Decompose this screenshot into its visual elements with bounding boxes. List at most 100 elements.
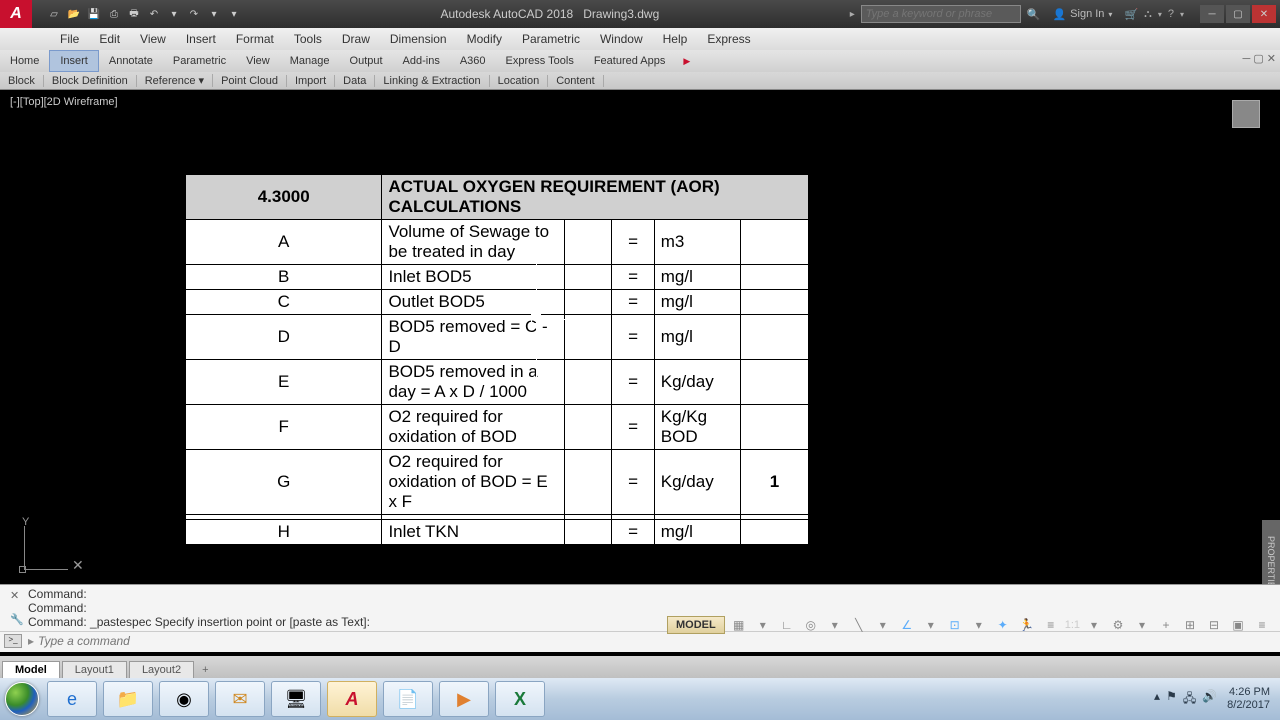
plus-icon[interactable]: + (1156, 616, 1176, 634)
add-layout-button[interactable]: + (194, 662, 216, 678)
open-icon[interactable]: 📂 (66, 6, 82, 22)
customize-icon[interactable]: ≡ (1252, 616, 1272, 634)
viewcube[interactable] (1232, 100, 1260, 128)
tray-volume-icon[interactable]: 🔊 (1202, 689, 1217, 710)
undo-icon[interactable]: ↶ (146, 6, 162, 22)
qat-more-icon[interactable]: ▾ (226, 6, 242, 22)
tray-flag-icon[interactable]: ⚑ (1166, 689, 1177, 710)
tray-network-icon[interactable]: 🖧 (1183, 689, 1196, 710)
ribbon-tab-express-tools[interactable]: Express Tools (496, 50, 584, 72)
ribbon-tab-add-ins[interactable]: Add-ins (393, 50, 450, 72)
running-icon[interactable]: 🏃 (1017, 616, 1037, 634)
dropdown-icon[interactable]: ▾ (921, 616, 941, 634)
redo-icon[interactable]: ↷ (186, 6, 202, 22)
task-explorer[interactable]: 📁 (103, 681, 153, 717)
sign-in-button[interactable]: 👤 Sign In ▾ (1046, 8, 1118, 21)
minimize-button[interactable]: ─ (1200, 5, 1224, 23)
panel-point-cloud[interactable]: Point Cloud (213, 75, 287, 87)
dropdown-icon[interactable]: ▾ (753, 616, 773, 634)
otrack-icon[interactable]: ⊡ (945, 616, 965, 634)
start-button[interactable] (0, 678, 44, 720)
ribbon-tab-manage[interactable]: Manage (280, 50, 340, 72)
panel-block-definition[interactable]: Block Definition (44, 75, 137, 87)
menu-dimension[interactable]: Dimension (380, 32, 457, 46)
status-model-button[interactable]: MODEL (667, 616, 725, 634)
task-autocad[interactable]: A (327, 681, 377, 717)
menu-view[interactable]: View (130, 32, 176, 46)
search-icon[interactable]: 🔍 (1027, 8, 1041, 21)
clean-screen-icon[interactable]: ▣ (1228, 616, 1248, 634)
search-input[interactable] (861, 5, 1021, 23)
viewport-label[interactable]: [-][Top][2D Wireframe] (10, 96, 118, 108)
ribbon-tab-home[interactable]: Home (0, 50, 49, 72)
ortho-icon[interactable]: ∟ (777, 616, 797, 634)
task-ie[interactable]: e (47, 681, 97, 717)
print-icon[interactable]: 🖶 (126, 6, 142, 22)
close-button[interactable]: ✕ (1252, 5, 1276, 23)
menu-parametric[interactable]: Parametric (512, 32, 590, 46)
dropdown-icon[interactable]: ▾ (206, 6, 222, 22)
hardware-icon[interactable]: ⊟ (1204, 616, 1224, 634)
panel-block[interactable]: Block (0, 75, 44, 87)
drawing-viewport[interactable]: [-][Top][2D Wireframe] Y ✕ 4.3000 ACTUAL… (0, 90, 1280, 584)
saveas-icon[interactable]: ⎙ (106, 6, 122, 22)
dropdown-icon[interactable]: ▾ (1084, 616, 1104, 634)
panel-location[interactable]: Location (490, 75, 549, 87)
dropdown-icon[interactable]: ▾ (1132, 616, 1152, 634)
ribbon-video-icon[interactable]: ▶ (683, 56, 690, 67)
menu-format[interactable]: Format (226, 32, 284, 46)
task-calc[interactable]: 🖥 (271, 681, 321, 717)
a360-icon[interactable]: ⛬ (1144, 8, 1152, 21)
dropdown-icon[interactable]: ▾ (969, 616, 989, 634)
exchange-icon[interactable]: 🛒 (1124, 8, 1138, 21)
cmd-prompt-icon[interactable]: >_ (4, 634, 22, 648)
menu-express[interactable]: Express (697, 32, 760, 46)
task-notepad[interactable]: 📄 (383, 681, 433, 717)
panel-linking-extraction[interactable]: Linking & Extraction (375, 75, 489, 87)
layout-tab-layout2[interactable]: Layout2 (129, 661, 194, 678)
grid-icon[interactable]: ▦ (729, 616, 749, 634)
scale-label[interactable]: 1:1 (1065, 616, 1080, 634)
panel-content[interactable]: Content (548, 75, 604, 87)
isolate-icon[interactable]: ⊞ (1180, 616, 1200, 634)
panel-data[interactable]: Data (335, 75, 375, 87)
task-chrome[interactable]: ◉ (159, 681, 209, 717)
new-icon[interactable]: ▱ (46, 6, 62, 22)
ribbon-tab-insert[interactable]: Insert (49, 50, 99, 72)
task-media[interactable]: ▶ (439, 681, 489, 717)
search-expand-icon[interactable]: ▸ (850, 9, 855, 20)
cmd-close-icon[interactable]: ✕ (10, 589, 19, 602)
dropdown-icon[interactable]: ▾ (825, 616, 845, 634)
dyn-icon[interactable]: ✦ (993, 616, 1013, 634)
menu-window[interactable]: Window (590, 32, 653, 46)
app-logo[interactable]: A (0, 0, 32, 28)
aor-table[interactable]: 4.3000 ACTUAL OXYGEN REQUIREMENT (AOR) C… (185, 174, 809, 545)
menu-file[interactable]: File (50, 32, 89, 46)
ribbon-tab-a360[interactable]: A360 (450, 50, 496, 72)
cmd-settings-icon[interactable]: 🔧 (10, 613, 24, 626)
menu-tools[interactable]: Tools (284, 32, 332, 46)
dropdown-icon[interactable]: ▾ (166, 6, 182, 22)
task-outlook[interactable]: ✉ (215, 681, 265, 717)
maximize-button[interactable]: ▢ (1226, 5, 1250, 23)
isodraft-icon[interactable]: ╲ (849, 616, 869, 634)
menu-insert[interactable]: Insert (176, 32, 226, 46)
osnap-icon[interactable]: ∠ (897, 616, 917, 634)
tray-up-icon[interactable]: ▴ (1154, 689, 1160, 710)
polar-icon[interactable]: ◎ (801, 616, 821, 634)
menu-edit[interactable]: Edit (89, 32, 130, 46)
ribbon-tab-featured-apps[interactable]: Featured Apps (584, 50, 676, 72)
task-excel[interactable]: X (495, 681, 545, 717)
ribbon-tab-annotate[interactable]: Annotate (99, 50, 163, 72)
panel-reference-[interactable]: Reference ▾ (137, 74, 213, 87)
save-icon[interactable]: 💾 (86, 6, 102, 22)
gear-icon[interactable]: ⚙ (1108, 616, 1128, 634)
tray-clock[interactable]: 4:26 PM 8/2/2017 (1227, 686, 1270, 712)
ribbon-tab-parametric[interactable]: Parametric (163, 50, 236, 72)
menu-draw[interactable]: Draw (332, 32, 380, 46)
layout-tab-model[interactable]: Model (2, 661, 60, 678)
panel-import[interactable]: Import (287, 75, 335, 87)
layout-tab-layout1[interactable]: Layout1 (62, 661, 127, 678)
menu-modify[interactable]: Modify (457, 32, 512, 46)
ribbon-tab-view[interactable]: View (236, 50, 280, 72)
